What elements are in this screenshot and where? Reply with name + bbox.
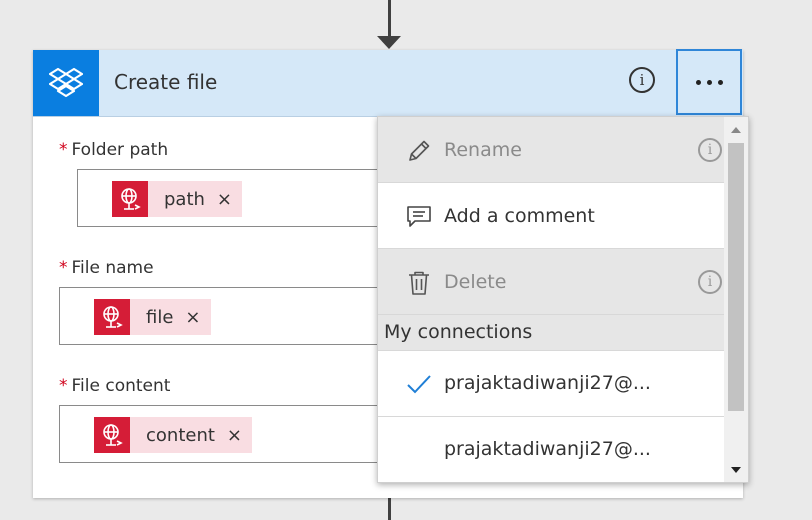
scroll-thumb[interactable]	[728, 143, 744, 411]
action-title: Create file	[114, 70, 218, 94]
menu-item-label: Delete	[444, 270, 507, 293]
flow-connector-top	[388, 0, 391, 40]
more-options-menu: Rename i Add a comment Delete i My conne…	[377, 116, 749, 483]
ellipsis-dot	[717, 79, 723, 85]
menu-item-label: Rename	[444, 138, 522, 161]
check-icon	[407, 375, 431, 394]
remove-token-icon[interactable]: ×	[185, 307, 200, 328]
file-content-label: * File content	[59, 376, 170, 396]
connections-header: My connections	[378, 315, 724, 351]
flow-connector-bottom	[388, 498, 391, 520]
connections-header-label: My connections	[384, 321, 533, 343]
trash-icon	[409, 271, 429, 295]
token-label: path	[164, 188, 205, 210]
dropbox-icon	[33, 50, 99, 116]
menu-item-label: Add a comment	[444, 204, 595, 227]
token-label: file	[146, 306, 174, 328]
info-icon[interactable]: i	[698, 270, 722, 294]
required-asterisk: *	[59, 258, 68, 278]
pencil-icon	[409, 140, 430, 161]
token-path[interactable]: path ×	[112, 181, 243, 217]
file-content-field[interactable]: content ×	[59, 405, 419, 463]
globe-network-icon	[94, 417, 130, 453]
scroll-down-icon[interactable]	[731, 467, 741, 473]
globe-network-icon	[112, 181, 148, 217]
field-label-text: File content	[71, 376, 171, 396]
ellipsis-icon	[695, 79, 701, 85]
scroll-up-icon[interactable]	[731, 127, 741, 133]
menu-scrollbar[interactable]	[724, 117, 748, 482]
field-label-text: File name	[71, 258, 154, 278]
globe-network-icon	[94, 299, 130, 335]
menu-item-add-comment[interactable]: Add a comment	[378, 183, 724, 249]
connection-item[interactable]: prajaktadiwanji27@...	[378, 351, 724, 417]
file-name-label: * File name	[59, 258, 154, 278]
more-options-button[interactable]	[676, 49, 742, 115]
info-icon[interactable]: i	[629, 67, 655, 93]
comment-icon	[407, 206, 431, 227]
token-file[interactable]: file ×	[94, 299, 211, 335]
field-label-text: Folder path	[71, 140, 169, 160]
token-label: content	[146, 424, 215, 446]
token-content[interactable]: content ×	[94, 417, 253, 453]
ellipsis-dot	[706, 79, 712, 85]
remove-token-icon[interactable]: ×	[227, 425, 242, 446]
connection-label: prajaktadiwanji27@...	[444, 372, 651, 394]
connection-item[interactable]: prajaktadiwanji27@...	[378, 417, 724, 482]
required-asterisk: *	[59, 140, 68, 160]
menu-item-delete[interactable]: Delete i	[378, 249, 724, 315]
folder-path-label: * Folder path	[59, 140, 168, 160]
action-header[interactable]: Create file i	[33, 49, 743, 117]
required-asterisk: *	[59, 376, 68, 396]
remove-token-icon[interactable]: ×	[217, 189, 232, 210]
connection-label: prajaktadiwanji27@...	[444, 438, 651, 460]
info-icon[interactable]: i	[698, 138, 722, 162]
flow-arrow-icon	[377, 36, 401, 49]
menu-item-rename[interactable]: Rename i	[378, 117, 724, 183]
file-name-field[interactable]: file ×	[59, 287, 419, 345]
